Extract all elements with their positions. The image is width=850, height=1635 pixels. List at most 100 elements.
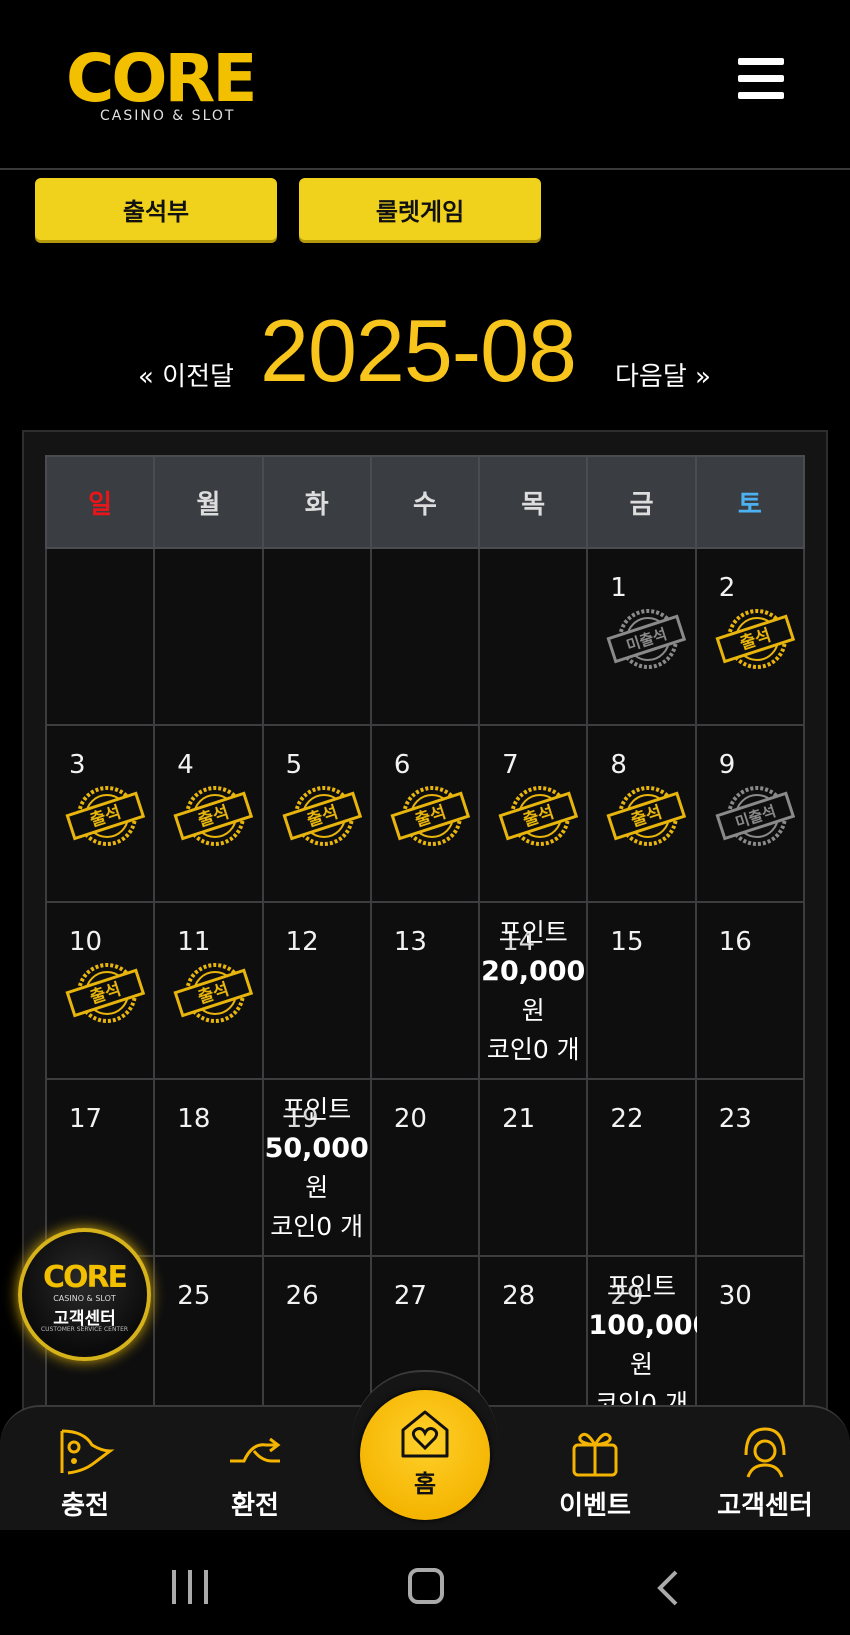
calendar-day-cell-mon[interactable]: 4 출석 [153, 724, 264, 903]
attended-stamp-icon: 출석 [498, 782, 579, 848]
day-number: 4 [177, 750, 194, 780]
calendar-day-cell-sat[interactable]: 23 [694, 1078, 806, 1257]
nav-event[interactable]: 이벤트 [530, 1421, 660, 1522]
nav-home-button[interactable]: 홈 [360, 1390, 490, 1520]
cs-english-label: CUSTOMER SERVICE CENTER [40, 1326, 129, 1333]
calendar-week-row: 17 18 포인트 50,000 원 코인0 개 19 20 21 22 23 [44, 1078, 806, 1257]
calendar-week-row: 10 출석 11 출석 12 13 포인트 20,000 원 코인0 개 14 15 16 [44, 901, 806, 1080]
day-number: 1 [610, 573, 627, 603]
calendar-day-cell-thu [478, 547, 589, 726]
calendar-day-cell-tue[interactable]: 12 [261, 901, 372, 1080]
weekday-tue: 화 [261, 455, 372, 549]
reward-unit: 원 [305, 1173, 329, 1202]
month-title: 2025-08 [260, 301, 577, 400]
nav-exchange[interactable]: 환전 [190, 1421, 320, 1522]
calendar-day-cell-fri[interactable]: 8 출석 [586, 724, 697, 903]
day-number: 25 [177, 1281, 211, 1311]
next-month-link[interactable]: 다음달 » [615, 356, 711, 393]
reward-coin: 코인0 개 [270, 1212, 364, 1241]
weekday-wed: 수 [369, 455, 481, 549]
calendar-day-cell-tue[interactable]: 포인트 50,000 원 코인0 개 19 [261, 1078, 372, 1257]
day-number: 6 [393, 750, 411, 780]
attended-stamp-icon: 출석 [606, 782, 687, 848]
calendar-day-cell-mon [153, 547, 264, 726]
calendar-day-cell-sat[interactable]: 2 출석 [694, 547, 806, 726]
reward-amount: 50,000 [264, 1133, 369, 1164]
nav-support[interactable]: 고객센터 [700, 1421, 830, 1522]
calendar-week-row: 1 미출석 2 출석 [44, 547, 806, 726]
reward-coin: 코인0 개 [486, 1035, 580, 1064]
attended-stamp-icon: 출석 [65, 782, 146, 848]
system-home-icon[interactable] [408, 1568, 444, 1604]
calendar-day-cell-sat[interactable]: 16 [694, 901, 806, 1080]
gift-icon [572, 1432, 618, 1477]
tab-roulette-game[interactable]: 룰렛게임 [299, 178, 541, 240]
calendar-day-cell-sat[interactable]: 9 미출석 [694, 724, 806, 903]
core-casino-logo[interactable]: CORE CASINO & SLOT [66, 40, 271, 125]
calendar-day-cell-mon[interactable]: 11 출석 [153, 901, 264, 1080]
calendar-day-cell-thu[interactable]: 7 출석 [478, 724, 589, 903]
weekday-mon: 월 [153, 455, 264, 549]
day-number: 10 [69, 927, 103, 957]
day-number: 17 [69, 1104, 103, 1134]
calendar-day-cell-mon[interactable]: 18 [153, 1078, 264, 1257]
calendar-day-cell-wed [369, 547, 481, 726]
calendar-day-cell-sun[interactable]: 10 출석 [44, 901, 156, 1080]
day-number: 29 [610, 1281, 644, 1311]
weekday-fri: 금 [586, 455, 697, 549]
day-number: 8 [610, 750, 627, 780]
day-number: 2 [718, 573, 736, 603]
weekday-thu: 목 [478, 455, 589, 549]
day-number: 21 [502, 1104, 536, 1134]
day-number: 12 [285, 927, 319, 957]
calendar-day-cell-wed[interactable]: 13 [369, 901, 481, 1080]
weekday-sun: 일 [44, 455, 156, 549]
attendance-calendar: 일 월 화 수 목 금 토 1 미출석 2 출석 3 출석 4 출석 5 출석 6 출석 7 출석 8 출석 9… [44, 455, 806, 1434]
day-number: 30 [718, 1281, 752, 1311]
day-number: 20 [393, 1104, 427, 1134]
headset-icon [744, 1427, 786, 1478]
day-number: 22 [610, 1104, 644, 1134]
logo-subtitle: CASINO & SLOT [100, 108, 236, 124]
nav-charge[interactable]: 충전 [20, 1421, 150, 1522]
calendar-day-cell-wed[interactable]: 6 출석 [369, 724, 481, 903]
attended-stamp-icon: 출석 [173, 959, 254, 1025]
calendar-day-cell-tue [261, 547, 372, 726]
calendar-day-cell-thu[interactable]: 21 [478, 1078, 589, 1257]
attended-stamp-icon: 출석 [173, 782, 254, 848]
day-number: 7 [502, 750, 519, 780]
calendar-day-cell-thu[interactable]: 포인트 20,000 원 코인0 개 14 [478, 901, 589, 1080]
customer-service-badge[interactable]: CORE CASINO & SLOT 고객센터 CUSTOMER SERVICE… [18, 1228, 151, 1361]
reward-amount: 100,000 [588, 1310, 712, 1341]
calendar-day-cell-tue[interactable]: 5 출석 [261, 724, 372, 903]
calendar-day-cell-fri[interactable]: 22 [586, 1078, 697, 1257]
weekday-header-row: 일 월 화 수 목 금 토 [44, 455, 806, 549]
day-number: 27 [393, 1281, 427, 1311]
tab-attendance[interactable]: 출석부 [35, 178, 277, 240]
calendar-day-cell-sun[interactable]: 3 출석 [44, 724, 156, 903]
day-number: 3 [69, 750, 86, 780]
day-number: 15 [610, 927, 644, 957]
calendar-body: 1 미출석 2 출석 3 출석 4 출석 5 출석 6 출석 7 출석 8 출석 9 미출석 10 출석 11 출석 12 1… [44, 547, 806, 1434]
day-number: 9 [718, 750, 736, 780]
calendar-day-cell-wed[interactable]: 20 [369, 1078, 481, 1257]
attended-stamp-icon: 출석 [715, 605, 795, 671]
home-heart-icon [401, 1410, 449, 1458]
calendar-day-cell-fri[interactable]: 1 미출석 [586, 547, 697, 726]
reward-amount: 20,000 [481, 956, 586, 987]
day-number: 19 [285, 1104, 319, 1134]
absent-stamp-icon: 미출석 [715, 782, 795, 848]
day-number: 26 [285, 1281, 319, 1311]
hamburger-menu-icon[interactable] [738, 58, 784, 100]
day-number: 13 [393, 927, 427, 957]
back-icon[interactable] [652, 1568, 682, 1608]
calendar-day-cell-fri[interactable]: 15 [586, 901, 697, 1080]
attended-stamp-icon: 출석 [65, 959, 146, 1025]
prev-month-link[interactable]: « 이전달 [138, 356, 234, 393]
logo-text: CORE [66, 40, 257, 117]
nav-event-label: 이벤트 [559, 1491, 631, 1521]
absent-stamp-icon: 미출석 [606, 605, 687, 671]
recent-apps-icon[interactable] [172, 1570, 210, 1604]
calendar-week-row: 3 출석 4 출석 5 출석 6 출석 7 출석 8 출석 9 미출석 [44, 724, 806, 903]
nav-support-label: 고객센터 [717, 1491, 813, 1521]
